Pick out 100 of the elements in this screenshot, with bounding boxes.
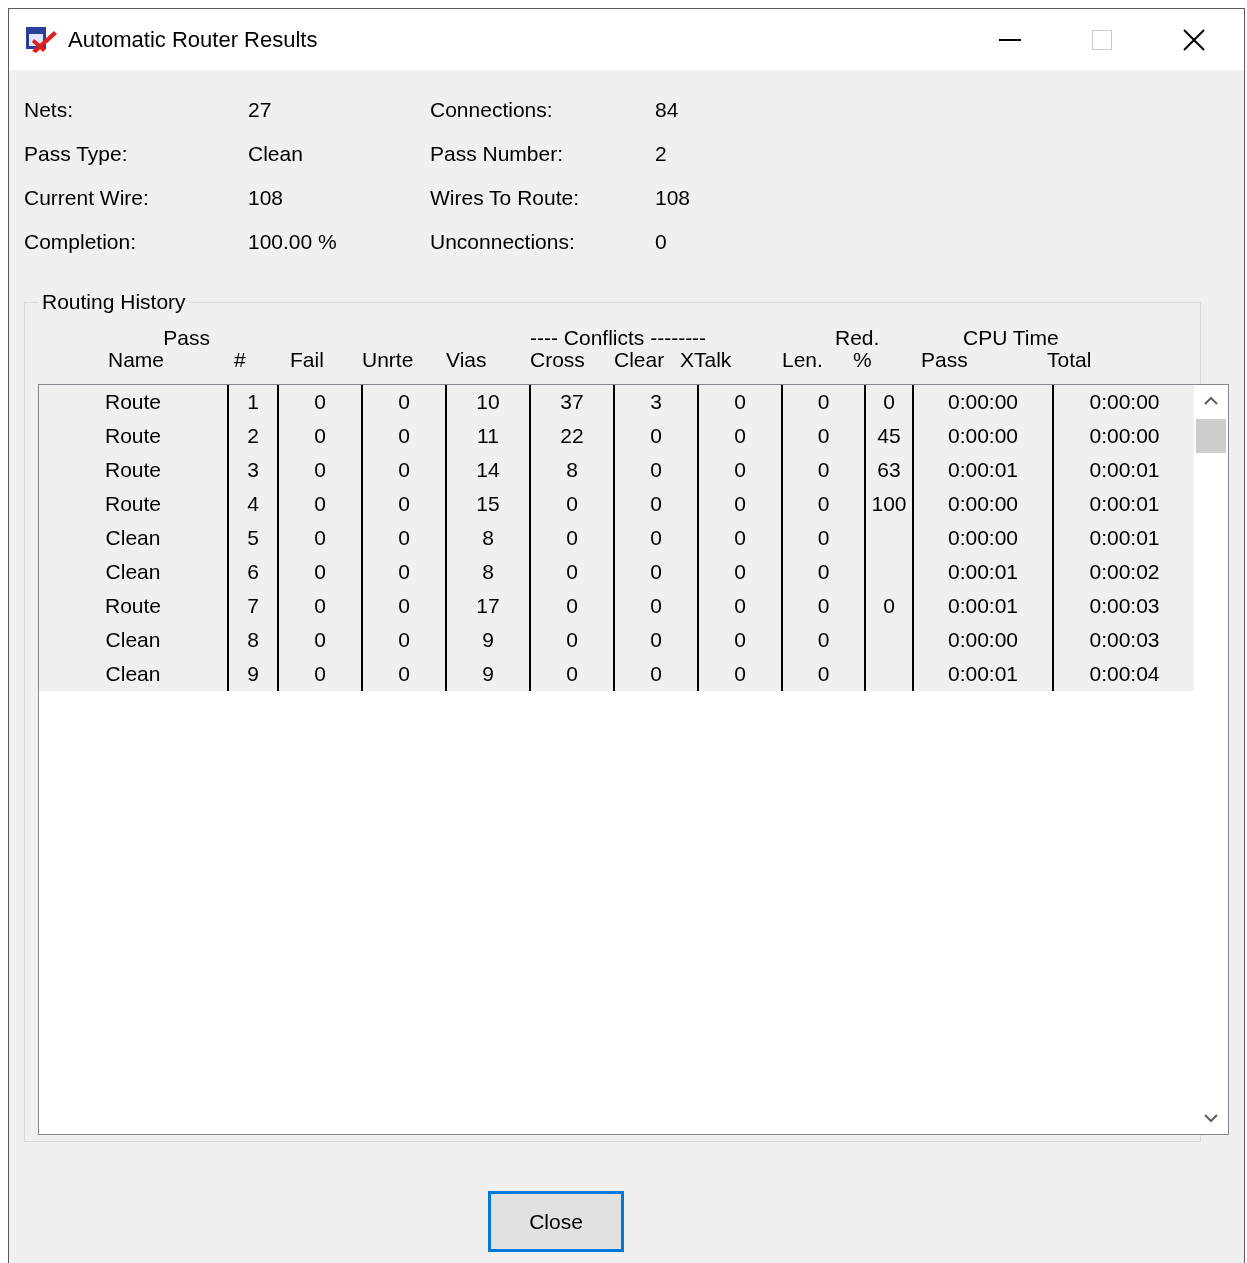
table-cell: 0:00:00 xyxy=(1089,391,1160,413)
table-cell: 0:00:00 xyxy=(947,629,1019,651)
table-cell: 0 xyxy=(817,425,830,447)
table-cell: 9 xyxy=(482,629,494,651)
table-cell: Route xyxy=(104,425,161,447)
table-cell: 0:00:01 xyxy=(947,459,1019,481)
table-cell: 17 xyxy=(476,595,500,617)
column-header: Cross xyxy=(530,349,585,371)
stat-label: Nets: xyxy=(24,98,74,121)
table-cell: 63 xyxy=(877,459,901,481)
table-cell: 0:00:00 xyxy=(947,493,1019,515)
table-cell: 0:00:01 xyxy=(1089,493,1160,515)
table-cell: 0 xyxy=(650,459,662,481)
stat-label: Completion: xyxy=(24,230,138,253)
table-cell: Clean xyxy=(105,663,161,685)
stat-value: 100.00 % xyxy=(248,230,338,253)
table-cell: Route xyxy=(104,493,161,515)
table-cell: 8 xyxy=(566,459,578,481)
group-header: Pass xyxy=(163,327,210,349)
table-cell: 0 xyxy=(817,459,830,481)
table-cell: 0:00:00 xyxy=(1089,425,1160,447)
table-cell: Clean xyxy=(105,527,161,549)
column-header: Total xyxy=(1047,349,1092,371)
close-icon[interactable] xyxy=(1183,28,1205,51)
table-cell: 0 xyxy=(398,425,410,447)
table-cell: 0 xyxy=(734,561,746,583)
table-cell: 22 xyxy=(560,425,584,447)
table-cell: 0 xyxy=(650,527,662,549)
group-header: CPU Time xyxy=(963,327,1059,349)
table-cell: 0 xyxy=(314,629,326,651)
stat-label: Pass Type: xyxy=(24,142,129,165)
table-cell: 0 xyxy=(650,561,662,583)
app-icon xyxy=(24,24,58,55)
table-cell: 0:00:01 xyxy=(1089,459,1160,481)
table-cell: 0 xyxy=(314,493,326,515)
table-cell: 0 xyxy=(817,629,830,651)
table-cell: 0 xyxy=(650,493,662,515)
table-cell: Route xyxy=(104,459,161,481)
minimize-icon[interactable] xyxy=(999,38,1021,41)
stat-value: 108 xyxy=(655,186,692,209)
column-header: XTalk xyxy=(680,349,732,371)
table-cell: 14 xyxy=(476,459,500,481)
close-dialog-button[interactable]: Close xyxy=(488,1191,624,1252)
table-cell: 8 xyxy=(247,629,259,651)
table-cell: 0 xyxy=(398,391,410,413)
table-cell: 0 xyxy=(650,425,662,447)
table-cell: 0:00:01 xyxy=(947,663,1019,685)
table-cell: 0 xyxy=(883,595,895,617)
table-cell: 0 xyxy=(650,629,662,651)
stat-value: Clean xyxy=(248,142,304,165)
column-header: Pass xyxy=(921,349,968,371)
table-cell: 0 xyxy=(398,663,410,685)
stat-label: Connections: xyxy=(430,98,554,121)
stat-value: 108 xyxy=(248,186,285,209)
group-header: ---- Conflicts -------- xyxy=(530,327,707,349)
table-cell: 0 xyxy=(734,425,746,447)
table-cell: 100 xyxy=(871,493,907,515)
column-header: % xyxy=(853,349,872,371)
table-cell: 0 xyxy=(398,595,410,617)
column-header: Unrte xyxy=(362,349,414,371)
stat-value: 84 xyxy=(655,98,680,121)
column-header: Vias xyxy=(446,349,487,371)
table-cell: 0 xyxy=(398,629,410,651)
stat-value: 27 xyxy=(248,98,273,121)
table-cell: 5 xyxy=(247,527,259,549)
table-cell: Clean xyxy=(105,629,161,651)
stat-label: Current Wire: xyxy=(24,186,150,209)
table-cell: 0:00:04 xyxy=(1089,663,1160,685)
table-cell: 0 xyxy=(650,663,662,685)
stat-value: 0 xyxy=(655,230,668,253)
table-cell: 0 xyxy=(734,391,746,413)
table-cell: 0:00:01 xyxy=(947,561,1019,583)
table-cell: 0 xyxy=(314,459,326,481)
scroll-thumb[interactable] xyxy=(1196,419,1226,453)
stat-label: Pass Number: xyxy=(430,142,565,165)
stat-value: 2 xyxy=(655,142,668,165)
table-cell: 1 xyxy=(247,391,259,413)
table-cell: 0 xyxy=(734,459,746,481)
table-cell: 0:00:01 xyxy=(947,595,1019,617)
table-cell: 0 xyxy=(817,527,830,549)
table-cell: 3 xyxy=(650,391,662,413)
table-cell: 0:00:03 xyxy=(1089,629,1160,651)
table-cell: 0:00:03 xyxy=(1089,595,1160,617)
table-cell: 0 xyxy=(314,595,326,617)
table-cell: 0 xyxy=(314,527,326,549)
table-cell: 0:00:01 xyxy=(1089,527,1160,549)
table-cell: 7 xyxy=(247,595,259,617)
table-cell: 0 xyxy=(566,629,578,651)
table-cell: 0 xyxy=(314,663,326,685)
table-cell: Route xyxy=(104,391,161,413)
table-cell: 0 xyxy=(314,561,326,583)
scroll-up-icon[interactable] xyxy=(1204,396,1218,405)
table-cell: 0 xyxy=(883,391,895,413)
column-header: # xyxy=(234,349,246,371)
stat-label: Unconnections: xyxy=(430,230,576,253)
table-cell: 0 xyxy=(398,527,410,549)
table-cell: 10 xyxy=(476,391,500,413)
table-cell: 0:00:02 xyxy=(1089,561,1160,583)
scroll-down-icon[interactable] xyxy=(1204,1114,1218,1123)
table-cell: 0 xyxy=(734,527,746,549)
